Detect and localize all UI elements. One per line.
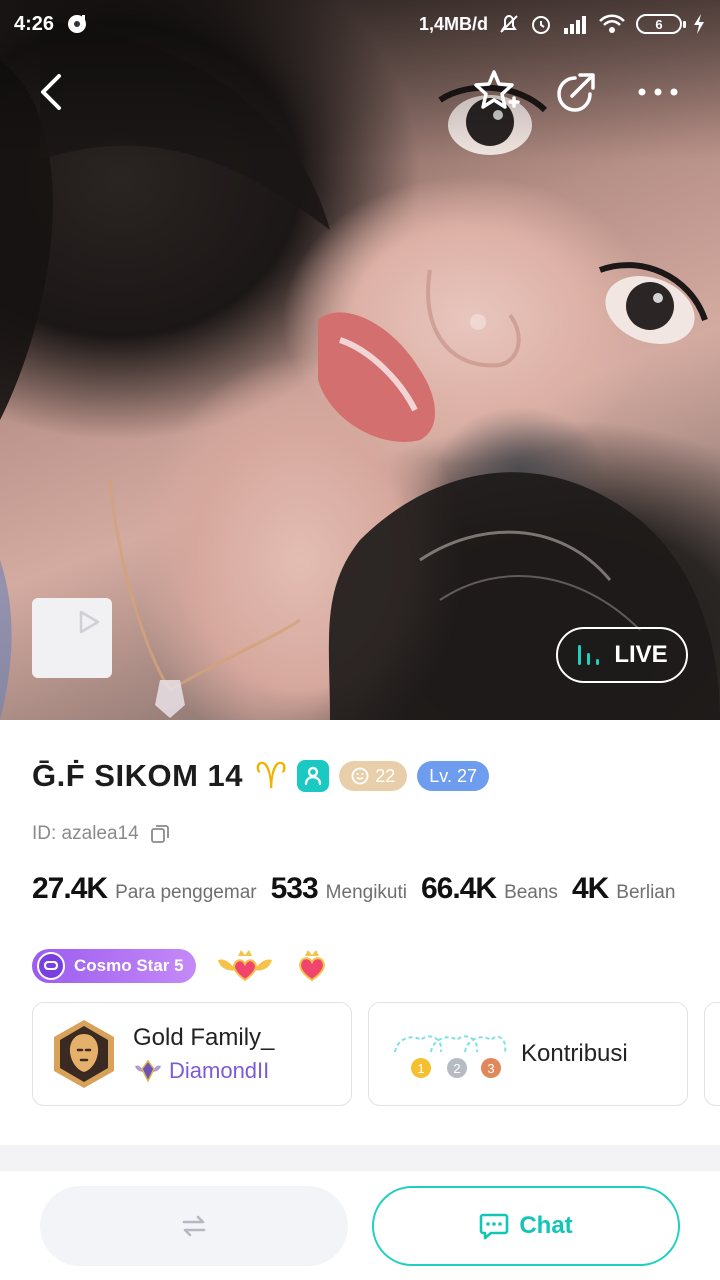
battery-level: 6 xyxy=(655,16,663,32)
bottom-action-bar: Chat xyxy=(0,1171,720,1280)
lion-family-emblem-icon xyxy=(54,1020,114,1088)
wifi-icon xyxy=(599,14,625,33)
astronaut-icon xyxy=(37,952,65,980)
swap-arrows-icon xyxy=(182,1215,206,1237)
family-card[interactable]: Gold Family_ DiamondII xyxy=(32,1002,352,1106)
stat-diamonds-label: Berlian xyxy=(616,882,676,903)
media-thumbnail[interactable] xyxy=(32,598,112,678)
star-plus-icon xyxy=(474,70,520,109)
level-badge: Lv. 27 xyxy=(417,761,489,791)
live-button[interactable]: LIVE xyxy=(556,627,688,683)
stat-following-label[interactable]: Mengikuti xyxy=(326,882,407,904)
cosmo-star-badge[interactable]: Cosmo Star 5 xyxy=(32,949,196,983)
contribution-card[interactable]: 1 2 3 Kontribusi xyxy=(368,1002,688,1106)
heart-crown-icon[interactable] xyxy=(294,948,330,984)
chevron-left-icon xyxy=(41,74,61,110)
verified-user-badge[interactable] xyxy=(297,760,330,792)
top-navigation xyxy=(0,60,720,124)
rank-2-label: 2 xyxy=(453,1061,460,1076)
user-id-row: ID: azalea14 xyxy=(32,823,171,845)
zodiac-aries-icon: ♈ xyxy=(254,755,288,796)
share-icon xyxy=(557,73,595,112)
family-rank: DiamondII xyxy=(169,1058,270,1083)
more-options-button[interactable] xyxy=(632,66,684,118)
live-wave-icon xyxy=(578,645,600,665)
stat-beans-value: 66.4K xyxy=(421,872,497,905)
section-divider xyxy=(0,1145,720,1171)
bell-muted-icon xyxy=(500,14,518,33)
stat-diamonds-value: 4K xyxy=(571,872,609,905)
stats-row: 27.4K Para penggemar 533 Mengikuti 66.4K… xyxy=(32,872,689,906)
chat-bubble-icon xyxy=(480,1213,509,1240)
face-icon xyxy=(351,767,369,785)
status-bar: 4:26 1,4MB/d 6 xyxy=(0,0,720,48)
play-icon xyxy=(79,610,100,634)
age-badge: 22 xyxy=(339,761,408,791)
age-value: 22 xyxy=(375,765,396,786)
contribution-title: Kontribusi xyxy=(521,1040,628,1067)
badges-row: Cosmo Star 5 xyxy=(32,948,330,984)
live-label: LIVE xyxy=(614,641,668,668)
chat-button[interactable]: Chat xyxy=(372,1186,680,1266)
next-card-peek[interactable] xyxy=(704,1002,720,1106)
family-rank-row: DiamondII xyxy=(133,1058,274,1084)
cosmo-star-label: Cosmo Star 5 xyxy=(74,956,184,975)
rank-1-label: 1 xyxy=(417,1061,424,1076)
copy-icon[interactable] xyxy=(149,823,171,845)
stat-fans-value[interactable]: 27.4K xyxy=(32,872,108,906)
family-text: Gold Family_ DiamondII xyxy=(133,1024,274,1084)
winged-heart-icon[interactable] xyxy=(214,948,276,984)
profile-info-section: Ḡ.Ḟ SIKOM 14 ♈ 22 Lv. 27 ID: azalea14 27… xyxy=(0,720,720,1145)
diamond-rank-icon xyxy=(135,1059,161,1083)
contribution-ranking-icon: 1 2 3 xyxy=(394,1035,507,1078)
user-badge-icon xyxy=(305,766,322,786)
network-speed: 1,4MB/d xyxy=(418,13,488,34)
add-favorite-button[interactable] xyxy=(470,66,522,118)
family-name: Gold Family_ xyxy=(133,1024,275,1051)
battery-indicator: 6 xyxy=(636,14,686,34)
stat-beans-label: Beans xyxy=(504,882,558,903)
alarm-icon xyxy=(532,16,550,34)
stat-following-value[interactable]: 533 xyxy=(271,872,319,906)
follow-toggle-button[interactable] xyxy=(40,1186,348,1266)
username: Ḡ.Ḟ SIKOM 14 xyxy=(32,758,243,793)
level-value: Lv. 27 xyxy=(429,765,477,786)
share-button[interactable] xyxy=(550,66,602,118)
status-time: 4:26 xyxy=(14,12,55,35)
chat-label: Chat xyxy=(519,1212,573,1239)
music-icon xyxy=(68,15,87,33)
more-dots-icon xyxy=(638,88,678,96)
stat-fans-label[interactable]: Para penggemar xyxy=(115,882,257,904)
back-button[interactable] xyxy=(26,66,78,118)
charging-icon xyxy=(694,14,704,34)
rank-3-label: 3 xyxy=(487,1061,494,1076)
user-id: ID: azalea14 xyxy=(32,823,139,844)
profile-cover-photo[interactable]: 4:26 1,4MB/d 6 LIVE xyxy=(0,0,720,720)
name-row: Ḡ.Ḟ SIKOM 14 ♈ 22 Lv. 27 xyxy=(32,758,489,794)
signal-icon xyxy=(564,16,586,34)
